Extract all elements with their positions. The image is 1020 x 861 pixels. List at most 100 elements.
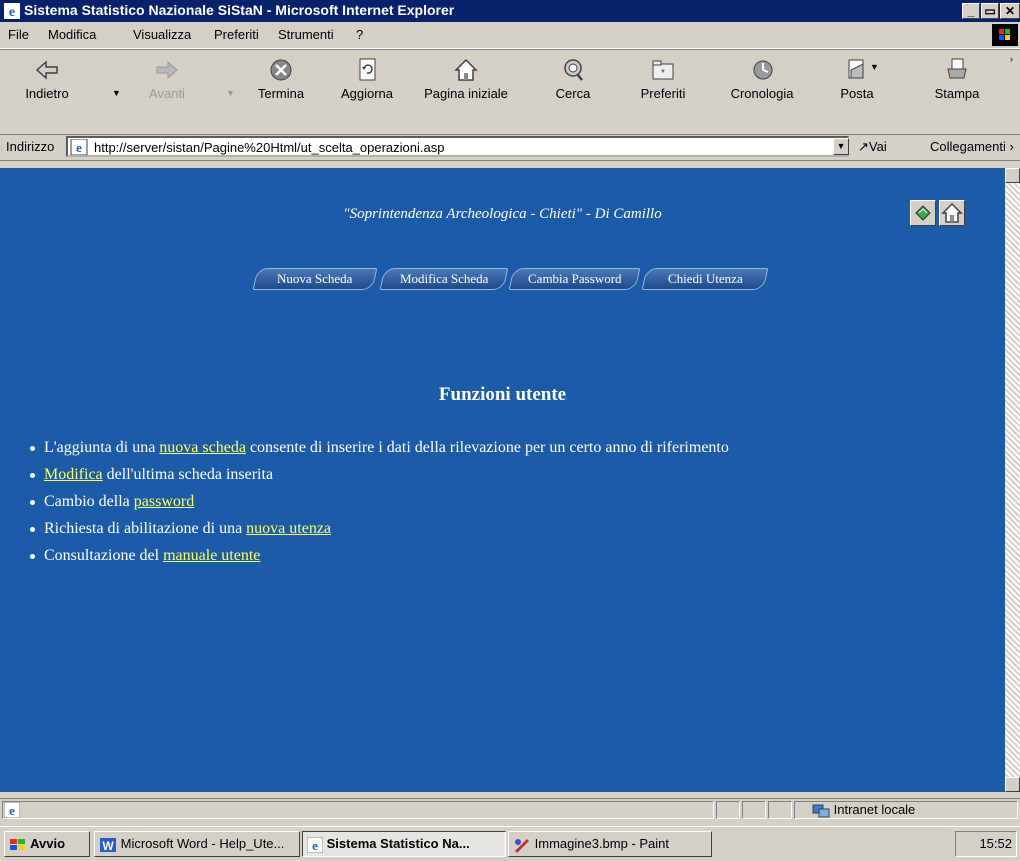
svg-text:*: * xyxy=(661,68,665,79)
menu-visualizza[interactable]: Visualizza xyxy=(133,27,191,42)
home-icon xyxy=(454,58,478,81)
manuale-utente-link[interactable]: manuale utente xyxy=(163,547,260,564)
back-dropdown-icon[interactable]: ▼ xyxy=(112,88,121,98)
svg-text:e: e xyxy=(312,838,318,853)
section-title: Funzioni utente xyxy=(438,384,567,405)
item-text: L'aggiunta di una xyxy=(44,439,160,456)
links-label: Collegamenti xyxy=(930,139,1006,154)
mail-icon xyxy=(848,59,864,79)
list-item: L'aggiunta di una nuova scheda consente … xyxy=(28,438,729,465)
scroll-down-button[interactable] xyxy=(1005,777,1020,792)
password-link[interactable]: password xyxy=(134,493,194,510)
history-button[interactable]: Cronologia xyxy=(722,54,802,128)
print-button[interactable]: Stampa xyxy=(922,54,992,128)
forward-dropdown-icon[interactable]: ▼ xyxy=(226,88,235,98)
search-label: Cerca xyxy=(555,86,591,101)
item-text: consente di inserire i dati della rileva… xyxy=(245,439,729,456)
forward-label: Avanti xyxy=(149,86,185,101)
list-item: Cambio della password xyxy=(28,492,729,519)
chiedi-utenza-button[interactable]: Chiedi Utenza xyxy=(641,268,769,290)
stop-label: Termina xyxy=(257,86,305,101)
mail-button[interactable]: Posta xyxy=(822,54,892,128)
links-button[interactable]: Collegamenti › xyxy=(930,139,1014,154)
home-button[interactable]: Pagina iniziale xyxy=(420,54,512,128)
list-item: Richiesta di abilitazione di una nuova u… xyxy=(28,519,729,546)
stop-icon xyxy=(270,59,292,81)
manual-book-icon[interactable] xyxy=(910,200,936,226)
favorites-label: Preferiti xyxy=(640,86,686,101)
nuova-scheda-button[interactable]: Nuova Scheda xyxy=(252,268,378,290)
nuova-utenza-link[interactable]: nuova utenza xyxy=(246,520,331,537)
windows-logo-icon xyxy=(10,838,25,850)
nuova-scheda-label: Nuova Scheda xyxy=(277,271,353,286)
address-dropdown-icon[interactable]: ▼ xyxy=(833,138,849,155)
windows-logo-icon xyxy=(992,24,1018,46)
maximize-button[interactable]: ▭ xyxy=(981,3,999,19)
svg-text:e: e xyxy=(9,5,15,19)
refresh-label: Aggiorna xyxy=(340,86,394,101)
stop-button[interactable]: Termina xyxy=(246,54,316,128)
favorites-button[interactable]: * Preferiti xyxy=(628,54,698,128)
print-icon xyxy=(947,58,967,79)
status-pane xyxy=(716,801,740,819)
mail-label: Posta xyxy=(840,86,874,101)
menu-bar: File Modifica Visualizza Preferiti Strum… xyxy=(0,22,1020,49)
minimize-button[interactable]: _ xyxy=(962,3,980,19)
start-label: Avvio xyxy=(30,836,66,851)
list-item: Modifica dell'ultima scheda inserita xyxy=(28,465,729,492)
search-icon xyxy=(564,59,583,81)
item-text: Consultazione del xyxy=(44,547,164,564)
address-bar: Indirizzo e http://server/sistan/Pagine%… xyxy=(0,134,1020,161)
close-button[interactable]: ✕ xyxy=(1000,3,1020,19)
start-button[interactable]: Avvio xyxy=(4,831,90,857)
modifica-scheda-button[interactable]: Modifica Scheda xyxy=(379,268,509,290)
forward-arrow-icon xyxy=(156,60,178,80)
status-bar: e Intranet locale xyxy=(0,798,1020,821)
address-url: http://server/sistan/Pagine%20Html/ut_sc… xyxy=(94,140,445,155)
forward-button[interactable]: Avanti xyxy=(132,54,202,128)
svg-text:W: W xyxy=(102,839,114,853)
toolbar: Indietro ▼ Avanti ▼ Termina Aggiorna Pag… xyxy=(0,49,1020,135)
menu-modifica[interactable]: Modifica xyxy=(48,27,96,42)
window-title: Sistema Statistico Nazionale SiStaN - Mi… xyxy=(24,2,455,18)
vertical-scrollbar[interactable] xyxy=(1005,168,1020,792)
taskbar: Avvio W Microsoft Word - Help_Ute... e S… xyxy=(0,826,1020,861)
ie-logo-icon: e xyxy=(4,3,20,20)
nuova-scheda-link[interactable]: nuova scheda xyxy=(159,439,246,456)
refresh-icon xyxy=(359,58,376,81)
menu-preferiti[interactable]: Preferiti xyxy=(214,27,259,42)
taskbar-word[interactable]: W Microsoft Word - Help_Ute... xyxy=(94,831,300,857)
item-text: Cambio della xyxy=(44,493,134,510)
mail-dropdown-icon[interactable]: ▼ xyxy=(870,62,879,72)
menu-file[interactable]: File xyxy=(8,27,29,42)
taskbar-word-label: Microsoft Word - Help_Ute... xyxy=(120,836,285,851)
paint-icon xyxy=(515,838,529,853)
toolbar-overflow-icon[interactable]: › xyxy=(1010,54,1013,64)
back-button[interactable]: Indietro xyxy=(12,54,82,128)
zone-indicator: Intranet locale xyxy=(812,801,915,819)
scroll-up-button[interactable] xyxy=(1005,168,1020,183)
menu-strumenti[interactable]: Strumenti xyxy=(278,27,334,42)
list-item: Consultazione del manuale utente xyxy=(28,546,729,573)
search-button[interactable]: Cerca xyxy=(538,54,608,128)
taskbar-paint[interactable]: Immagine3.bmp - Paint xyxy=(508,831,712,857)
modifica-link[interactable]: Modifica xyxy=(44,466,103,483)
address-input[interactable]: e http://server/sistan/Pagine%20Html/ut_… xyxy=(66,136,849,157)
cambia-password-button[interactable]: Cambia Password xyxy=(508,268,641,290)
header-icons xyxy=(910,200,966,226)
taskbar-paint-label: Immagine3.bmp - Paint xyxy=(534,836,670,851)
svg-text:e: e xyxy=(76,140,82,155)
zone-label: Intranet locale xyxy=(833,802,916,817)
go-button[interactable]: ↗Vai xyxy=(858,139,887,155)
window-title-bar[interactable]: e Sistema Statistico Nazionale SiStaN - … xyxy=(0,0,1020,22)
system-clock: 15:52 xyxy=(955,831,1017,857)
back-label: Indietro xyxy=(25,86,69,101)
home-icon[interactable] xyxy=(939,200,966,226)
menu-help[interactable]: ? xyxy=(356,27,363,42)
status-text-pane xyxy=(2,801,714,819)
go-arrow-icon: ↗ xyxy=(858,139,869,154)
cambia-password-label: Cambia Password xyxy=(527,271,622,286)
refresh-button[interactable]: Aggiorna xyxy=(332,54,402,128)
intranet-icon xyxy=(812,804,830,818)
taskbar-ie[interactable]: e Sistema Statistico Na... xyxy=(302,831,506,857)
